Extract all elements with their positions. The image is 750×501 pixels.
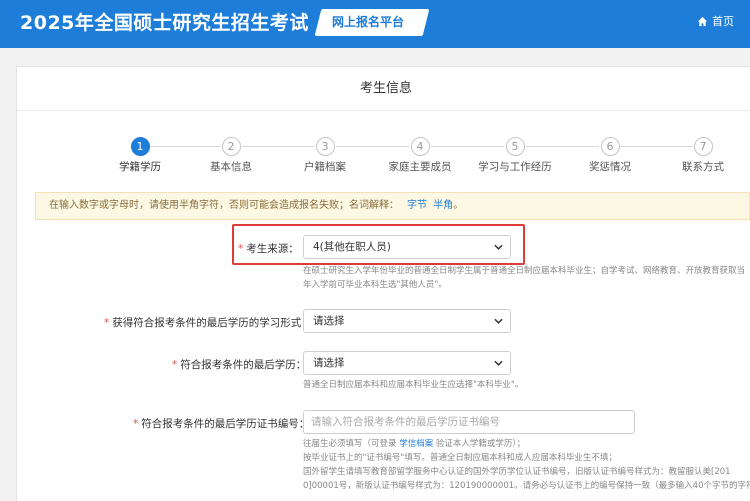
chevron-down-icon — [494, 318, 503, 324]
last-degree-select-value: 请选择 — [313, 357, 345, 369]
notice-suffix: 。 — [453, 200, 464, 211]
required-mark: * — [104, 317, 110, 329]
step-7[interactable]: 7 联系方式 — [658, 137, 748, 174]
chevron-down-icon — [494, 360, 503, 366]
step-4[interactable]: 4 家庭主要成员 — [375, 137, 465, 174]
step-number: 7 — [693, 137, 713, 156]
source-help-line: 在硕士研究生入学年份毕业的普通全日制学生属于普通全日制应届本科毕业生；自学考试、… — [303, 266, 746, 276]
step-label: 基本信息 — [210, 161, 252, 173]
step-6[interactable]: 6 奖惩情况 — [565, 137, 655, 174]
home-link[interactable]: 首页 — [697, 13, 734, 29]
cert-number-label-text: 符合报考条件的最后学历证书编号： — [141, 418, 310, 430]
step-number: 6 — [600, 137, 620, 156]
study-form-select-value: 请选择 — [313, 315, 345, 327]
required-mark: * — [172, 359, 178, 371]
home-icon — [697, 16, 708, 26]
step-number: 5 — [505, 137, 525, 156]
step-label: 学籍学历 — [119, 161, 161, 173]
halfwidth-link[interactable]: 半角 — [433, 200, 453, 211]
study-form-select[interactable]: 请选择 — [303, 309, 511, 333]
cert-help-text: 验证本人学籍或学历）； — [433, 439, 526, 449]
study-form-label: * 获得符合报考条件的最后学历的学习形式： — [104, 315, 312, 330]
step-number: 3 — [315, 137, 335, 156]
study-form-label-text: 获得符合报考条件的最后学历的学习形式： — [112, 317, 312, 329]
cert-number-input[interactable] — [303, 410, 635, 434]
platform-badge-label: 网上报名平台 — [332, 15, 405, 29]
step-label: 家庭主要成员 — [388, 161, 452, 173]
cert-help-line: 国外留学生请填写教育部留学服务中心认证的国外学历学位认证书编号，旧版认证书编号样… — [303, 467, 731, 477]
byte-link[interactable]: 字节 — [407, 200, 427, 211]
step-label: 联系方式 — [682, 161, 724, 173]
source-help: 在硕士研究生入学年份毕业的普通全日制学生属于普通全日制应届本科毕业生；自学考试、… — [303, 264, 745, 292]
cert-help-line: 0]00001号，新版认证书编号样式为：120190000001。请务必与认证书… — [303, 481, 750, 491]
cert-help-line: 往届生必须填写（可登录 学信档案 验证本人学籍或学历）； — [303, 437, 750, 451]
step-2[interactable]: 2 基本信息 — [186, 137, 276, 174]
site-title: 2025年全国硕士研究生招生考试 — [20, 12, 309, 34]
source-select-value: 4(其他在职人员) — [313, 241, 391, 253]
chevron-down-icon — [494, 244, 503, 250]
source-label: * 考生来源： — [238, 241, 299, 256]
step-number: 4 — [410, 137, 430, 156]
step-label: 奖惩情况 — [589, 161, 631, 173]
halfwidth-notice: 在输入数字或字母时，请使用半角字符，否则可能会造成报名失败；名词解释： 字节 半角… — [35, 192, 750, 220]
notice-text: 在输入数字或字母时，请使用半角字符，否则可能会造成报名失败；名词解释： — [49, 200, 399, 211]
last-degree-help: 普通全日制应届本科和应届本科毕业生应选择"本科毕业"。 — [303, 380, 524, 390]
source-label-text: 考生来源： — [246, 243, 299, 255]
step-label: 学习与工作经历 — [478, 161, 552, 173]
step-number: 1 — [130, 137, 150, 156]
xuexin-archive-link[interactable]: 学信档案 — [399, 439, 433, 449]
card-title: 考生信息 — [17, 67, 750, 111]
cert-number-help: 往届生必须填写（可登录 学信档案 验证本人学籍或学历）； 按毕业证书上的"证书编… — [303, 437, 750, 493]
step-1[interactable]: 1 学籍学历 — [95, 137, 185, 174]
required-mark: * — [133, 418, 139, 430]
last-degree-select[interactable]: 请选择 — [303, 351, 511, 375]
step-label: 户籍档案 — [304, 161, 346, 173]
top-bar: 2025年全国硕士研究生招生考试 网上报名平台 首页 — [0, 0, 750, 48]
cert-help-line: 按毕业证书上的"证书编号"填写。普通全日制应届本科和成人应届本科毕业生不填； — [303, 453, 617, 463]
step-number: 2 — [221, 137, 241, 156]
platform-badge: 网上报名平台 — [314, 9, 430, 36]
source-help-line: 年入学前可毕业本科生选"其他人员"。 — [303, 280, 447, 290]
cert-help-text: 往届生必须填写（可登录 — [303, 439, 400, 449]
step-3[interactable]: 3 户籍档案 — [280, 137, 370, 174]
cert-number-label: * 符合报考条件的最后学历证书编号： — [133, 416, 309, 431]
source-select[interactable]: 4(其他在职人员) — [303, 235, 511, 259]
home-link-label: 首页 — [712, 15, 734, 28]
required-mark: * — [238, 243, 244, 255]
step-5[interactable]: 5 学习与工作经历 — [470, 137, 560, 174]
last-degree-label: * 符合报考条件的最后学历： — [172, 357, 306, 372]
last-degree-label-text: 符合报考条件的最后学历： — [180, 359, 307, 371]
